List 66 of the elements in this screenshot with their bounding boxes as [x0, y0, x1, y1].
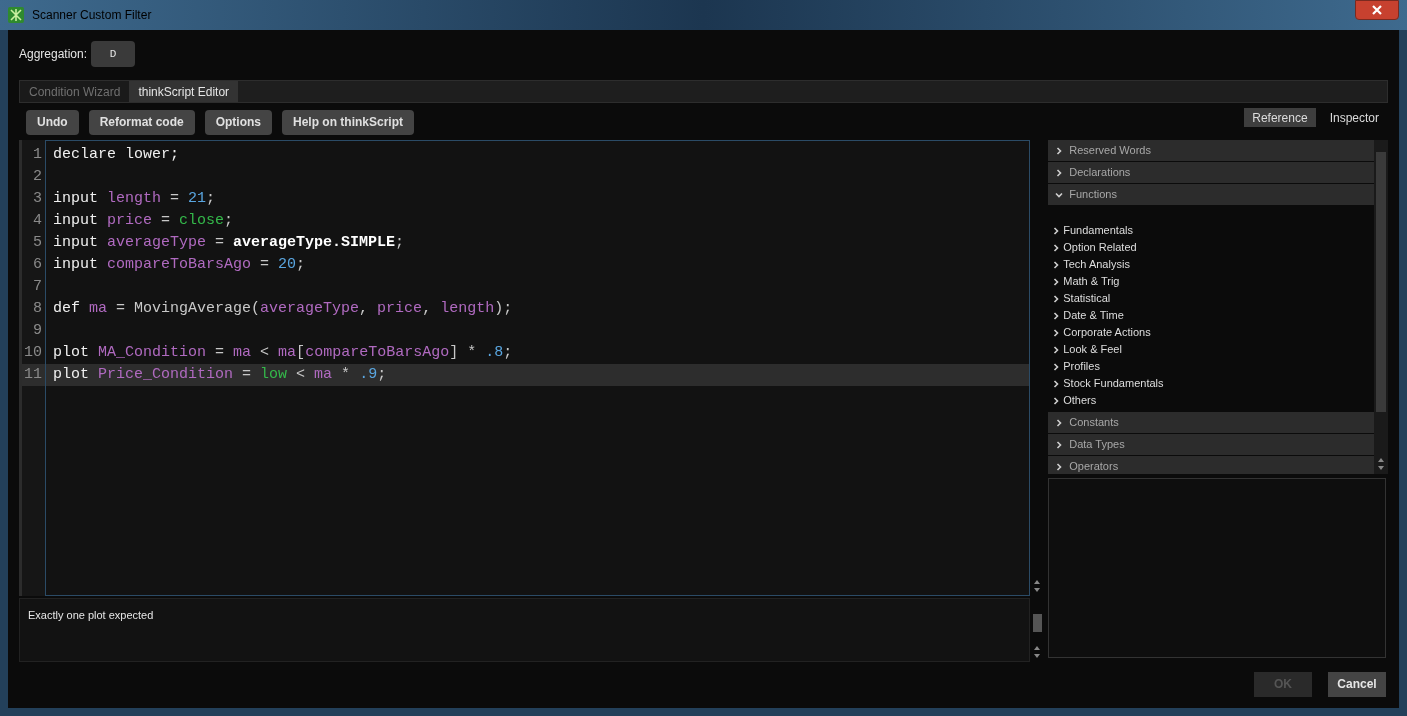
reference-item[interactable]: Date & Time: [1048, 307, 1374, 324]
reference-item[interactable]: Look & Feel: [1048, 341, 1374, 358]
scroll-up-icon[interactable]: [1378, 458, 1384, 462]
aggregation-label: Aggregation:: [19, 46, 88, 63]
reference-item[interactable]: Fundamentals: [1048, 222, 1374, 239]
scroll-up-icon[interactable]: [1034, 646, 1041, 650]
tab[interactable]: Condition Wizard: [20, 81, 130, 102]
toolbar-button[interactable]: Help on thinkScript: [282, 109, 415, 135]
code-line: input compareToBarsAgo = 20;: [53, 254, 306, 275]
line-number: 9: [33, 320, 42, 341]
code-line: plot Price_Condition = low < ma * .9;: [53, 364, 387, 385]
code-line: input averageType = averageType.SIMPLE;: [53, 232, 405, 253]
reference-section[interactable]: Declarations: [1048, 162, 1374, 183]
chevron-right-icon: [1055, 440, 1064, 449]
window-title: Scanner Custom Filter: [32, 7, 152, 24]
line-number: 4: [33, 210, 42, 231]
reference-section[interactable]: Functions: [1048, 184, 1374, 205]
reference-section[interactable]: Operators: [1048, 456, 1374, 474]
scroll-down-icon[interactable]: [1378, 466, 1384, 470]
chevron-right-icon: [1055, 462, 1064, 471]
close-button[interactable]: [1355, 0, 1399, 20]
line-number: 1: [33, 144, 42, 165]
reference-item[interactable]: Math & Trig: [1048, 273, 1374, 290]
chevron-right-icon: [1055, 418, 1064, 427]
code-line: plot MA_Condition = ma < ma[compareToBarsAgo] * .8;: [53, 342, 513, 363]
scroll-thumb[interactable]: [1376, 152, 1386, 412]
aggregation-dropdown[interactable]: D: [91, 41, 136, 67]
reference-item[interactable]: Statistical: [1048, 290, 1374, 307]
code-line: def ma = MovingAverage(averageType, price, length);: [53, 298, 513, 319]
toolbar-button[interactable]: Options: [204, 109, 272, 135]
toolbar-button[interactable]: Undo: [26, 109, 79, 135]
line-number: 10: [24, 342, 42, 363]
side-tab[interactable]: Inspector: [1323, 108, 1385, 127]
reference-item[interactable]: Tech Analysis: [1048, 256, 1374, 273]
reference-item[interactable]: Others: [1048, 392, 1374, 409]
reference-item[interactable]: Option Related: [1048, 239, 1374, 256]
reference-item[interactable]: Stock Fundamentals: [1048, 375, 1374, 392]
code-line: input length = 21;: [53, 188, 216, 209]
scroll-thumb[interactable]: [1032, 614, 1042, 632]
dialog-button[interactable]: Cancel: [1328, 671, 1386, 697]
chevron-right-icon: [1055, 146, 1064, 155]
code-line: declare lower;: [53, 144, 180, 165]
line-number: 6: [33, 254, 42, 275]
chevron-right-icon: [1055, 168, 1064, 177]
app-logo-icon: [8, 7, 24, 23]
error-message: Exactly one plot expected: [28, 609, 154, 621]
scroll-down-icon[interactable]: [1034, 588, 1041, 592]
line-number: 7: [33, 276, 42, 297]
reference-section[interactable]: Data Types: [1048, 434, 1374, 455]
close-icon: [1372, 5, 1382, 15]
line-number: 5: [33, 232, 42, 253]
code-line: input price = close;: [53, 210, 234, 231]
line-number: 8: [33, 298, 42, 319]
side-tab[interactable]: Reference: [1244, 108, 1316, 127]
tab[interactable]: thinkScript Editor: [129, 81, 239, 102]
line-number: 2: [33, 166, 42, 187]
scroll-down-icon[interactable]: [1034, 654, 1041, 658]
reference-item[interactable]: Profiles: [1048, 358, 1374, 375]
toolbar-button[interactable]: Reformat code: [88, 109, 195, 135]
reference-section[interactable]: Reserved Words: [1048, 140, 1374, 161]
line-number: 11: [24, 364, 42, 385]
chevron-down-icon: [1055, 190, 1064, 199]
reference-item[interactable]: Corporate Actions: [1048, 324, 1374, 341]
reference-section[interactable]: Constants: [1048, 412, 1374, 433]
line-number: 3: [33, 188, 42, 209]
scroll-up-icon[interactable]: [1034, 580, 1041, 584]
